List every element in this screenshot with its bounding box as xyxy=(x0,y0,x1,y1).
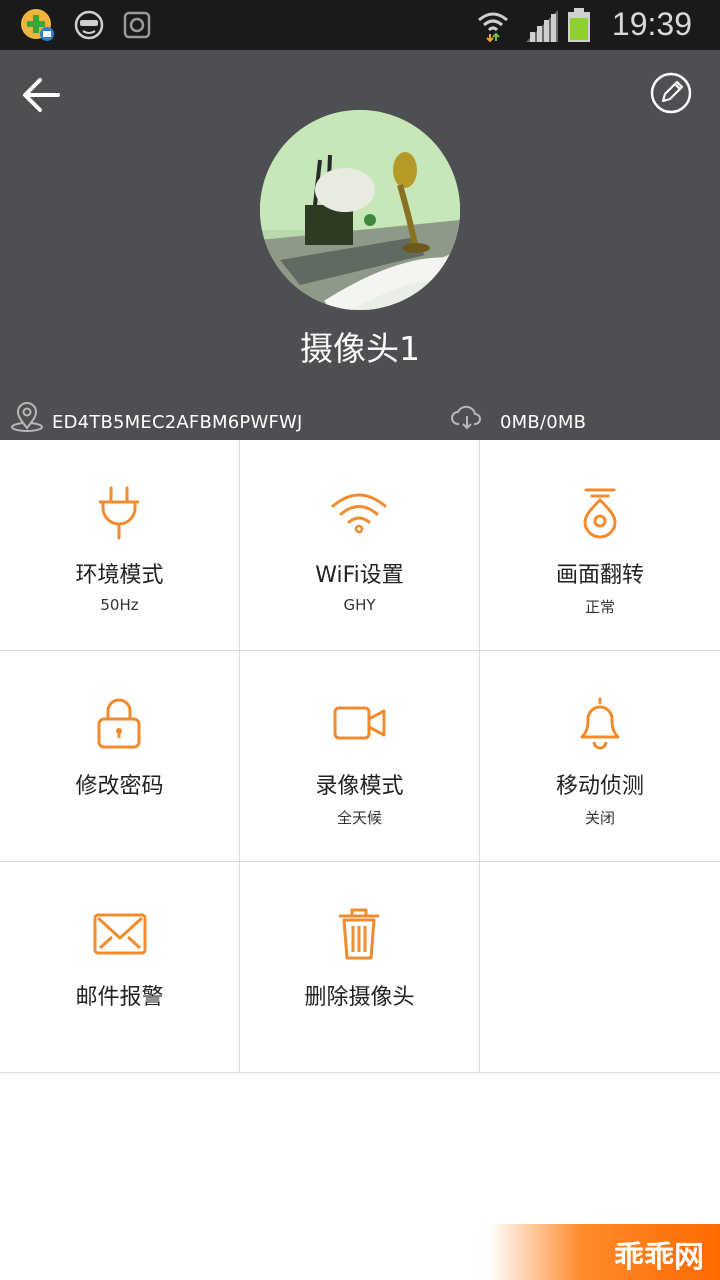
watermark-logo: 乖乖网 xyxy=(490,1224,720,1280)
signal-icon xyxy=(526,10,558,42)
battery-icon xyxy=(568,8,590,42)
flip-cell[interactable]: 画面翻转 正常 xyxy=(480,440,720,651)
back-arrow-icon[interactable] xyxy=(18,72,64,118)
flip-value: 正常 xyxy=(584,598,615,616)
motion-detect-cell[interactable]: 移动侦测 关闭 xyxy=(480,651,720,862)
delete-camera-cell[interactable]: 删除摄像头 xyxy=(240,862,480,1073)
motion-detect-value: 关闭 xyxy=(584,809,615,827)
record-mode-label: 录像模式 xyxy=(315,774,404,799)
wifi-settings-label: WiFi设置 xyxy=(315,563,404,588)
storage-usage: 0MB/0MB xyxy=(500,412,587,433)
email-alarm-label: 邮件报警 xyxy=(75,985,164,1010)
empty-cell xyxy=(480,862,720,1073)
edit-icon[interactable] xyxy=(648,70,694,116)
trash-icon xyxy=(339,908,379,960)
face-icon xyxy=(74,10,104,40)
settings-grid: 环境模式 50Hz WiFi设置 GHY 画面翻转 正常 修改密码 录像模式 全… xyxy=(0,440,720,1074)
camera-snapshot-image xyxy=(260,110,460,310)
motion-detect-label: 移动侦测 xyxy=(555,774,644,799)
location-icon xyxy=(11,402,43,432)
change-password-label: 修改密码 xyxy=(75,774,164,799)
email-alarm-cell[interactable]: 邮件报警 xyxy=(0,862,240,1073)
env-mode-value: 50Hz xyxy=(100,596,139,614)
env-mode-label: 环境模式 xyxy=(75,563,164,588)
bell-icon xyxy=(580,697,620,750)
flip-icon xyxy=(583,488,617,539)
camera-header: 摄像头1 ED4TB5MEC2AFBM6PWFWJ 0MB/0MB xyxy=(0,50,720,440)
status-bar: 19:39 xyxy=(0,0,720,50)
camera-avatar[interactable] xyxy=(260,110,460,310)
lock-icon xyxy=(97,698,141,749)
env-mode-cell[interactable]: 环境模式 50Hz xyxy=(0,440,240,651)
wifi-settings-value: GHY xyxy=(343,596,376,614)
change-password-cell[interactable]: 修改密码 xyxy=(0,651,240,862)
device-id: ED4TB5MEC2AFBM6PWFWJ xyxy=(52,412,303,433)
storage-row: 0MB/0MB xyxy=(450,400,710,440)
flip-label: 画面翻转 xyxy=(555,563,644,588)
record-mode-value: 全天候 xyxy=(336,809,382,827)
camera-name: 摄像头1 xyxy=(300,329,420,368)
device-id-row: ED4TB5MEC2AFBM6PWFWJ xyxy=(10,400,410,440)
watermark-text: 乖乖网 xyxy=(614,1240,704,1275)
camera-app-icon xyxy=(123,11,151,39)
status-time: 19:39 xyxy=(611,6,692,42)
app-notification-icon xyxy=(21,9,54,41)
video-icon xyxy=(333,706,386,740)
delete-camera-label: 删除摄像头 xyxy=(304,985,415,1010)
wifi-icon xyxy=(331,493,387,534)
mail-icon xyxy=(93,913,147,955)
wifi-icon xyxy=(478,12,508,42)
record-mode-cell[interactable]: 录像模式 全天候 xyxy=(240,651,480,862)
plug-icon xyxy=(99,486,139,540)
cloud-download-icon xyxy=(451,405,481,430)
wifi-settings-cell[interactable]: WiFi设置 GHY xyxy=(240,440,480,651)
